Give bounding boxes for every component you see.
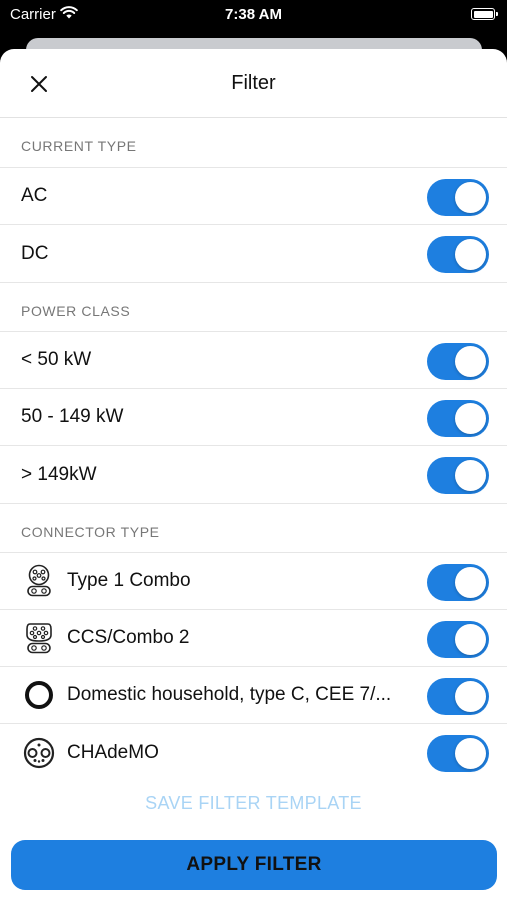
filter-row-under-50kw: < 50 kW	[0, 332, 507, 389]
toggle-knob	[455, 346, 486, 377]
filter-label: Domestic household, type C, CEE 7/...	[67, 684, 392, 705]
apply-filter-button[interactable]: APPLY FILTER	[11, 840, 497, 890]
filter-label: CCS/Combo 2	[67, 627, 190, 648]
filter-row-dc: DC	[0, 225, 507, 282]
toggle-knob	[455, 681, 486, 712]
toggle-knob	[455, 624, 486, 655]
filter-sheet: Filter CURRENT TYPE AC DC POWER CLASS < …	[0, 49, 507, 900]
ccs-combo2-connector-icon	[22, 621, 56, 655]
toggle-knob	[455, 567, 486, 598]
filter-label: < 50 kW	[21, 349, 92, 370]
section-header-connector-type: CONNECTOR TYPE	[0, 503, 507, 553]
filter-label: 50 - 149 kW	[21, 406, 124, 427]
domestic-toggle[interactable]	[427, 678, 489, 715]
ac-toggle[interactable]	[427, 179, 489, 216]
filter-header: Filter	[0, 49, 507, 118]
toggle-knob	[455, 738, 486, 769]
filter-label: AC	[21, 185, 48, 206]
filter-row-ccs-combo2: CCS/Combo 2	[0, 610, 507, 667]
toggle-knob	[455, 460, 486, 491]
toggle-knob	[455, 403, 486, 434]
over-149kw-toggle[interactable]	[427, 457, 489, 494]
toggle-knob	[455, 182, 486, 213]
status-bar: Carrier 7:38 AM	[0, 0, 507, 30]
domestic-socket-icon	[22, 678, 56, 712]
filter-label: CHAdeMO	[67, 741, 159, 763]
50-149kw-toggle[interactable]	[427, 400, 489, 437]
chademo-connector-icon	[22, 736, 56, 770]
filter-row-chademo: CHAdeMO	[0, 724, 507, 781]
save-filter-template-button[interactable]: SAVE FILTER TEMPLATE	[0, 793, 507, 814]
filter-label: > 149kW	[21, 463, 97, 485]
dc-toggle[interactable]	[427, 236, 489, 273]
status-time: 7:38 AM	[225, 6, 282, 23]
ccs-combo2-toggle[interactable]	[427, 621, 489, 658]
section-header-current-type: CURRENT TYPE	[0, 118, 507, 168]
filter-label: DC	[21, 242, 49, 264]
page-title: Filter	[231, 72, 276, 94]
section-header-power-class: POWER CLASS	[0, 282, 507, 332]
filter-row-50-149kw: 50 - 149 kW	[0, 389, 507, 446]
filter-row-over-149kw: > 149kW	[0, 446, 507, 503]
filter-row-type1-combo: Type 1 Combo	[0, 553, 507, 610]
toggle-knob	[455, 239, 486, 270]
type1-combo-connector-icon	[22, 564, 56, 598]
under-50kw-toggle[interactable]	[427, 343, 489, 380]
battery-icon	[471, 8, 498, 20]
filter-label: Type 1 Combo	[67, 570, 191, 591]
filter-row-domestic: Domestic household, type C, CEE 7/...	[0, 667, 507, 724]
chademo-toggle[interactable]	[427, 735, 489, 772]
filter-row-ac: AC	[0, 168, 507, 225]
type1-combo-toggle[interactable]	[427, 564, 489, 601]
